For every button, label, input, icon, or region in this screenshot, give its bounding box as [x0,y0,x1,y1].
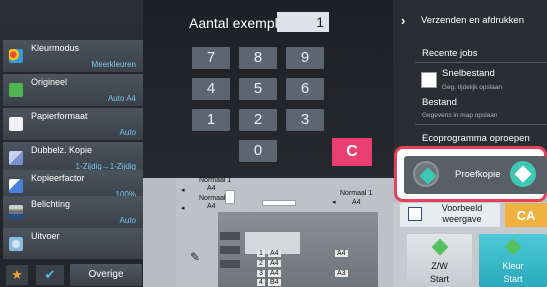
exposure-value: Auto [119,216,136,225]
preview-button[interactable]: Voorbeeld weergave [400,203,500,227]
key-1[interactable]: 1 [192,109,230,131]
color-mode-value: Meerkleuren [91,60,136,69]
tray-label-1: A4 [268,250,281,257]
star-icon: ★ [11,267,23,282]
tray-label-3: A4 [268,270,281,277]
file-link[interactable]: Bestand [422,97,457,108]
copy-ratio-label: Kopieerfactor [31,173,85,183]
tray-label-4: B4 [268,279,281,286]
tray-number-2: 2 [257,260,265,267]
output-tray [262,200,296,206]
color-mode-label: Kleurmodus [31,43,80,53]
key-3[interactable]: 3 [286,109,324,131]
staple-icon: ✎ [190,250,201,264]
tray-number-3: 3 [257,270,265,277]
copies-label: Aantal exempl. [189,15,282,31]
bw-start-button[interactable]: Z/W Start [407,234,472,287]
color-line2: Start [503,274,523,284]
magnifier-icon [408,207,422,221]
tray-bar [220,232,240,240]
paper-size-label: Papierformaat [31,111,88,121]
color-diamond-icon [502,236,524,258]
key-2[interactable]: 2 [239,109,277,131]
bw-line1: Z/W [431,261,448,271]
key-5[interactable]: 5 [239,78,277,100]
original-value: Auto A4 [107,94,136,103]
preview-size-a: A4 [207,185,216,192]
key-0[interactable]: 0 [239,140,277,162]
tray-arrow-c: ◂ [332,199,336,206]
tray-label-5: A4 [335,250,348,257]
key-8[interactable]: 8 [239,47,277,69]
tray-bar [220,246,240,254]
file-sub: Gegevens in map opslaan [422,112,498,119]
divider [415,62,547,63]
preview-size-b: A4 [207,203,216,210]
original-label: Origineel [31,77,68,87]
quick-file-label: Snelbestand [442,68,495,79]
copies-input[interactable]: 1 [277,12,329,32]
color-line1: Kleur [502,261,524,271]
favorites-button[interactable]: ★ [6,265,28,285]
exposure-icon [9,205,23,219]
paper-sheet [225,190,235,204]
original-icon [9,83,23,97]
original-button[interactable]: Origineel Auto A4 [3,74,143,107]
paper-size-button[interactable]: Papierformaat Auto [3,108,143,141]
key-7[interactable]: 7 [192,47,230,69]
send-and-print-button[interactable]: › Verzenden en afdrukken [393,10,547,38]
tray-bar [220,260,240,268]
preview-button-label: Voorbeeld weergave [441,203,483,224]
color-mode-icon [9,49,23,63]
divider [415,124,547,125]
key-6[interactable]: 6 [286,78,324,100]
confirm-button[interactable]: ✔ [36,265,64,285]
exposure-label: Belichting [31,199,71,209]
preview-size-c: A4 [352,199,361,206]
color-mode-button[interactable]: Kleurmodus Meerkleuren [3,40,143,73]
quick-file-checkbox[interactable] [421,72,437,88]
duplex-icon [9,151,23,165]
duplex-label: Dubbelz. Kopie [31,145,93,155]
tray-label-2: A4 [268,260,281,267]
chevron-right-icon: › [401,13,406,28]
exposure-button[interactable]: Belichting Auto [3,196,143,229]
tray-arrow-a: ◂ [181,187,185,194]
bw-diamond-icon [429,236,451,258]
tray-arrow-b: ◂ [181,205,185,212]
ca-button[interactable]: CA [505,203,547,227]
check-icon: ✔ [44,267,56,282]
eco-program-link[interactable]: Ecoprogramma oproepen [422,133,530,144]
paper-size-value: Auto [119,128,136,137]
output-label: Uitvoer [31,231,60,241]
recent-jobs-link[interactable]: Recente jobs [422,48,477,59]
copy-ratio-icon [9,179,23,193]
key-4[interactable]: 4 [192,78,230,100]
proof-diamond-icon [413,161,439,187]
tray-number-4: 4 [257,279,265,286]
clear-button[interactable]: C [332,138,372,166]
output-button[interactable]: Uitvoer [3,228,143,261]
proof-start-icon [510,161,536,187]
preview-label-c: Normaal 1 [340,190,373,197]
color-start-button[interactable]: Kleur Start [479,234,547,287]
tray-number-1: 1 [257,250,265,257]
other-button[interactable]: Overige [70,264,142,286]
proof-copy-label: Proefkopie [455,169,501,180]
send-print-label: Verzenden en afdrukken [421,15,524,26]
output-icon [9,237,23,251]
preview-label-a: Normaal 1 [199,177,232,184]
quick-file-sub: Geg. tijdelijk opslaan [442,84,502,91]
tray-label-6: A3 [335,270,348,277]
bw-line2: Start [429,274,449,284]
paper-icon [9,117,23,131]
key-9[interactable]: 9 [286,47,324,69]
